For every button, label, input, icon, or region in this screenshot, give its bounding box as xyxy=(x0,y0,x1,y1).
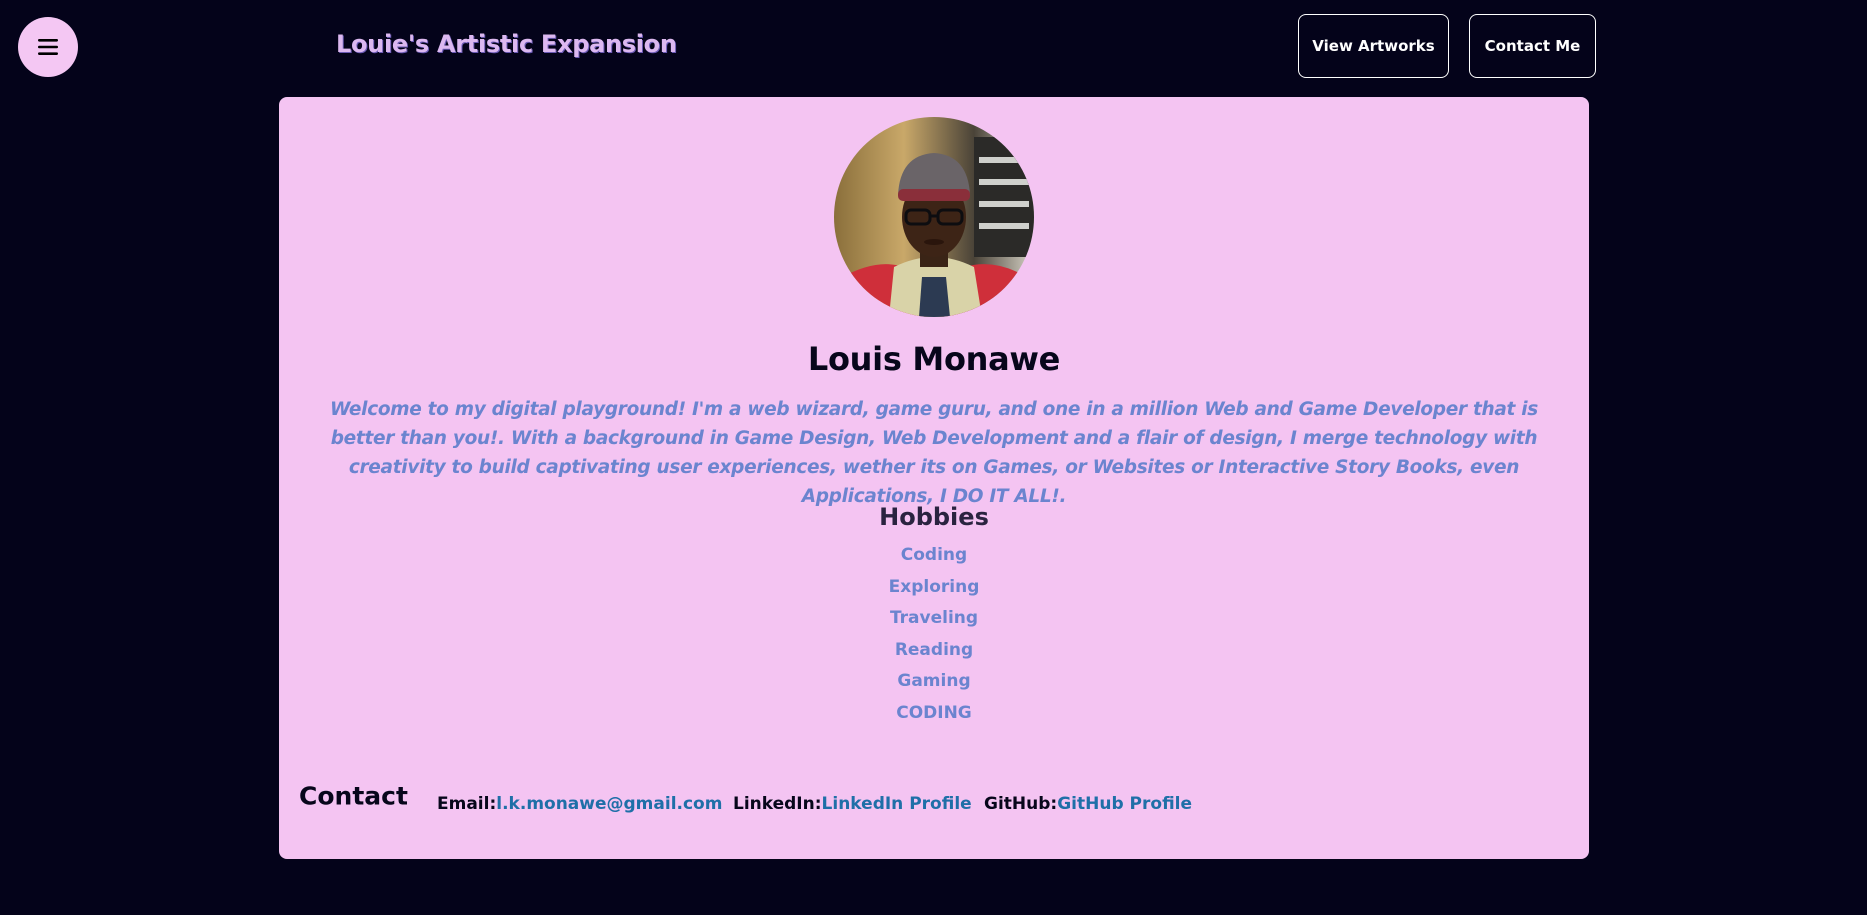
hobby-item: Coding xyxy=(900,545,968,565)
menu-button[interactable] xyxy=(18,17,78,77)
hobby-item: CODING xyxy=(896,702,972,723)
email-link[interactable]: l.k.monawe@gmail.com xyxy=(496,794,722,814)
view-artworks-button[interactable]: View Artworks xyxy=(1298,14,1449,78)
contact-email: Email:l.k.monawe@gmail.com xyxy=(437,794,722,814)
profile-avatar xyxy=(834,117,1034,317)
contact-github: GitHub:GitHub Profile xyxy=(984,794,1192,814)
hobbies-heading: Hobbies xyxy=(879,503,989,531)
hobbies-list: Coding Exploring Traveling Reading Gamin… xyxy=(279,545,1589,734)
linkedin-label: LinkedIn: xyxy=(733,794,822,814)
linkedin-link[interactable]: LinkedIn Profile xyxy=(822,794,972,814)
email-label: Email: xyxy=(437,794,497,814)
hobby-item: Exploring xyxy=(888,576,980,597)
contact-me-button[interactable]: Contact Me xyxy=(1469,14,1596,78)
profile-bio: Welcome to my digital playground! I'm a … xyxy=(329,399,1538,507)
hobby-item: Traveling xyxy=(889,608,979,628)
github-label: GitHub: xyxy=(984,794,1058,814)
site-title: Louie's Artistic Expansion xyxy=(336,30,677,58)
profile-name: Louis Monawe xyxy=(807,340,1061,378)
hamburger-menu-icon xyxy=(38,39,58,55)
github-link[interactable]: GitHub Profile xyxy=(1057,794,1192,814)
contact-linkedin: LinkedIn:LinkedIn Profile xyxy=(733,794,972,814)
hobby-item: Gaming xyxy=(897,671,971,691)
contact-heading: Contact xyxy=(299,781,408,811)
profile-card: Louis Monawe Welcome to my digital playg… xyxy=(279,97,1589,859)
hobby-item: Reading xyxy=(894,639,974,660)
profile-photo xyxy=(834,117,1034,317)
